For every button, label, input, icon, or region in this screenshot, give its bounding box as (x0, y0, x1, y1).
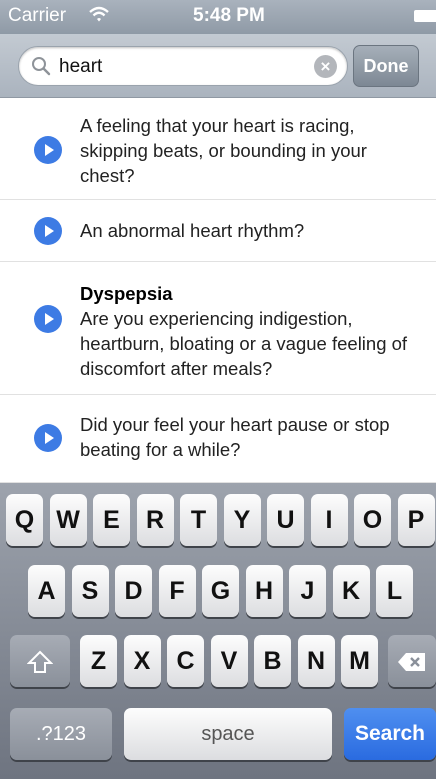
play-icon (33, 216, 63, 246)
key-m[interactable]: M (341, 635, 378, 687)
key-y[interactable]: Y (223, 494, 261, 546)
key-d[interactable]: D (115, 565, 152, 617)
search-input[interactable]: heart × (18, 46, 348, 86)
key-t[interactable]: T (180, 494, 217, 546)
key-j[interactable]: J (289, 565, 326, 617)
key-l[interactable]: L (376, 565, 413, 617)
screen: Carrier 5:48 PM heart × Done A feeling t… (0, 0, 436, 779)
delete-icon (397, 647, 427, 675)
keyboard: .?123 space Search QWERTYUIOP ASDFGHJKL ZX… (0, 483, 436, 779)
list-item[interactable]: A feeling that your heart is racing, ski… (0, 99, 436, 200)
result-text: An abnormal heart rhythm? (80, 220, 305, 241)
list-item[interactable]: Dyspepsia Are you experiencing indigesti… (0, 262, 436, 395)
shift-icon (26, 647, 54, 675)
key-k[interactable]: K (332, 565, 370, 617)
key-g[interactable]: G (202, 565, 239, 617)
key-p[interactable]: P (397, 494, 435, 546)
status-bar: Carrier 5:48 PM (0, 0, 436, 34)
key-a[interactable]: A (28, 565, 65, 617)
result-text: A feeling that your heart is racing, ski… (80, 115, 367, 186)
numbers-key[interactable]: .?123 (10, 708, 112, 760)
key-i[interactable]: I (310, 494, 348, 546)
wifi-icon (88, 4, 110, 30)
key-x[interactable]: X (123, 635, 161, 687)
list-item[interactable]: An abnormal heart rhythm? (0, 200, 436, 262)
result-text: Are you experiencing indigestion, heartb… (80, 308, 408, 379)
search-query-text: heart (59, 56, 103, 77)
search-bar: heart × Done (0, 34, 436, 98)
carrier-label: Carrier (8, 5, 67, 26)
search-key[interactable]: Search (344, 708, 436, 760)
key-n[interactable]: N (297, 635, 335, 687)
key-s[interactable]: S (71, 565, 109, 617)
search-icon (31, 56, 51, 76)
battery-icon (414, 10, 436, 22)
play-icon (33, 304, 63, 334)
key-v[interactable]: V (210, 635, 248, 687)
list-item[interactable]: Did your feel your heart pause or stop b… (0, 395, 436, 483)
delete-key[interactable] (388, 635, 436, 687)
done-button[interactable]: Done (353, 45, 419, 87)
key-z[interactable]: Z (80, 635, 117, 687)
result-title: Dyspepsia (80, 283, 173, 304)
play-icon (33, 423, 63, 453)
clear-icon[interactable]: × (314, 55, 337, 78)
result-text: Did your feel your heart pause or stop b… (80, 414, 390, 460)
key-e[interactable]: E (93, 494, 130, 546)
key-h[interactable]: H (245, 565, 283, 617)
key-o[interactable]: O (354, 494, 391, 546)
results-list: A feeling that your heart is racing, ski… (0, 99, 436, 483)
key-w[interactable]: W (49, 494, 87, 546)
key-c[interactable]: C (167, 635, 204, 687)
key-u[interactable]: U (267, 494, 304, 546)
clock-label: 5:48 PM (193, 5, 265, 26)
key-f[interactable]: F (158, 565, 196, 617)
key-b[interactable]: B (254, 635, 291, 687)
space-key[interactable]: space (124, 708, 332, 760)
key-r[interactable]: R (136, 494, 174, 546)
key-q[interactable]: Q (6, 494, 43, 546)
result-content: Dyspepsia Are you experiencing indigesti… (80, 281, 424, 381)
shift-key[interactable] (10, 635, 70, 687)
play-icon (33, 135, 63, 165)
